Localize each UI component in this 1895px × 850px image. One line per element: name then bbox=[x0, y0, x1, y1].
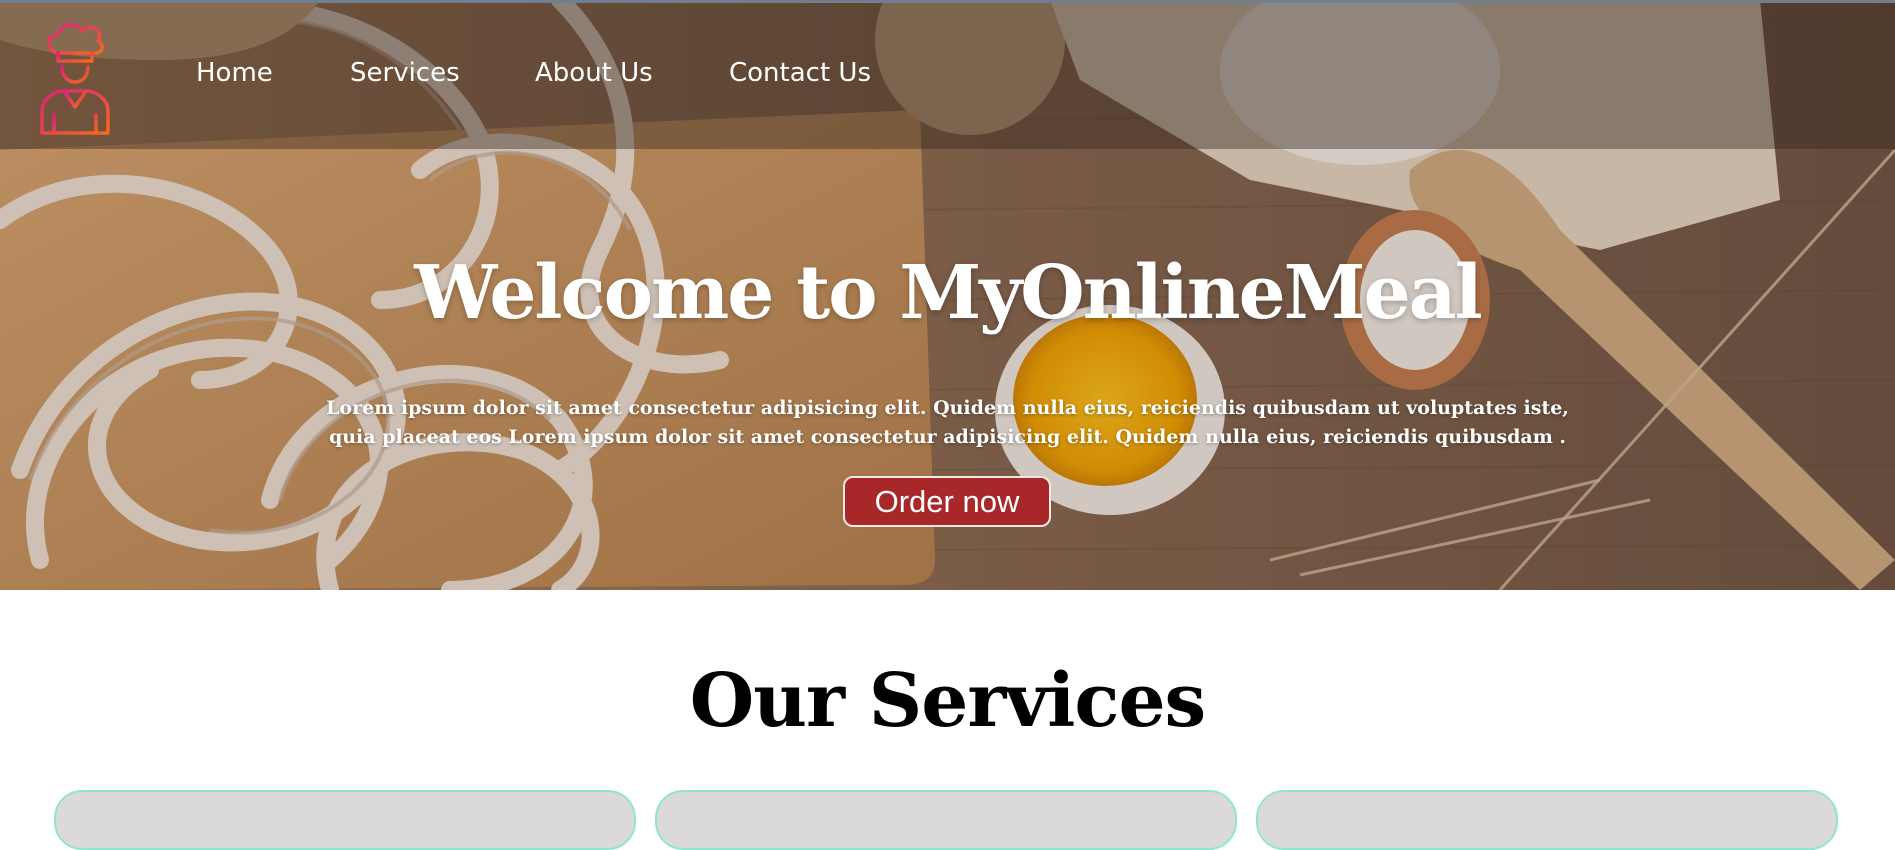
nav-link-home[interactable]: Home bbox=[196, 58, 273, 88]
hero-description: Lorem ipsum dolor sit amet consectetur a… bbox=[326, 397, 1569, 448]
service-card[interactable] bbox=[655, 790, 1237, 850]
hero-title: Welcome to MyOnlineMeal bbox=[414, 250, 1482, 336]
nav-link-about-us[interactable]: About Us bbox=[535, 58, 653, 88]
order-now-button[interactable]: Order now bbox=[843, 476, 1051, 527]
nav-link-services[interactable]: Services bbox=[350, 58, 460, 88]
services-heading: Our Services bbox=[689, 658, 1206, 744]
navbar: Home Services About Us Contact Us bbox=[0, 3, 1895, 149]
service-card[interactable] bbox=[54, 790, 636, 850]
chef-logo-icon[interactable] bbox=[32, 15, 118, 137]
service-card[interactable] bbox=[1256, 790, 1838, 850]
hero-section: Home Services About Us Contact Us Welcom… bbox=[0, 0, 1895, 590]
nav-link-contact-us[interactable]: Contact Us bbox=[729, 58, 871, 88]
